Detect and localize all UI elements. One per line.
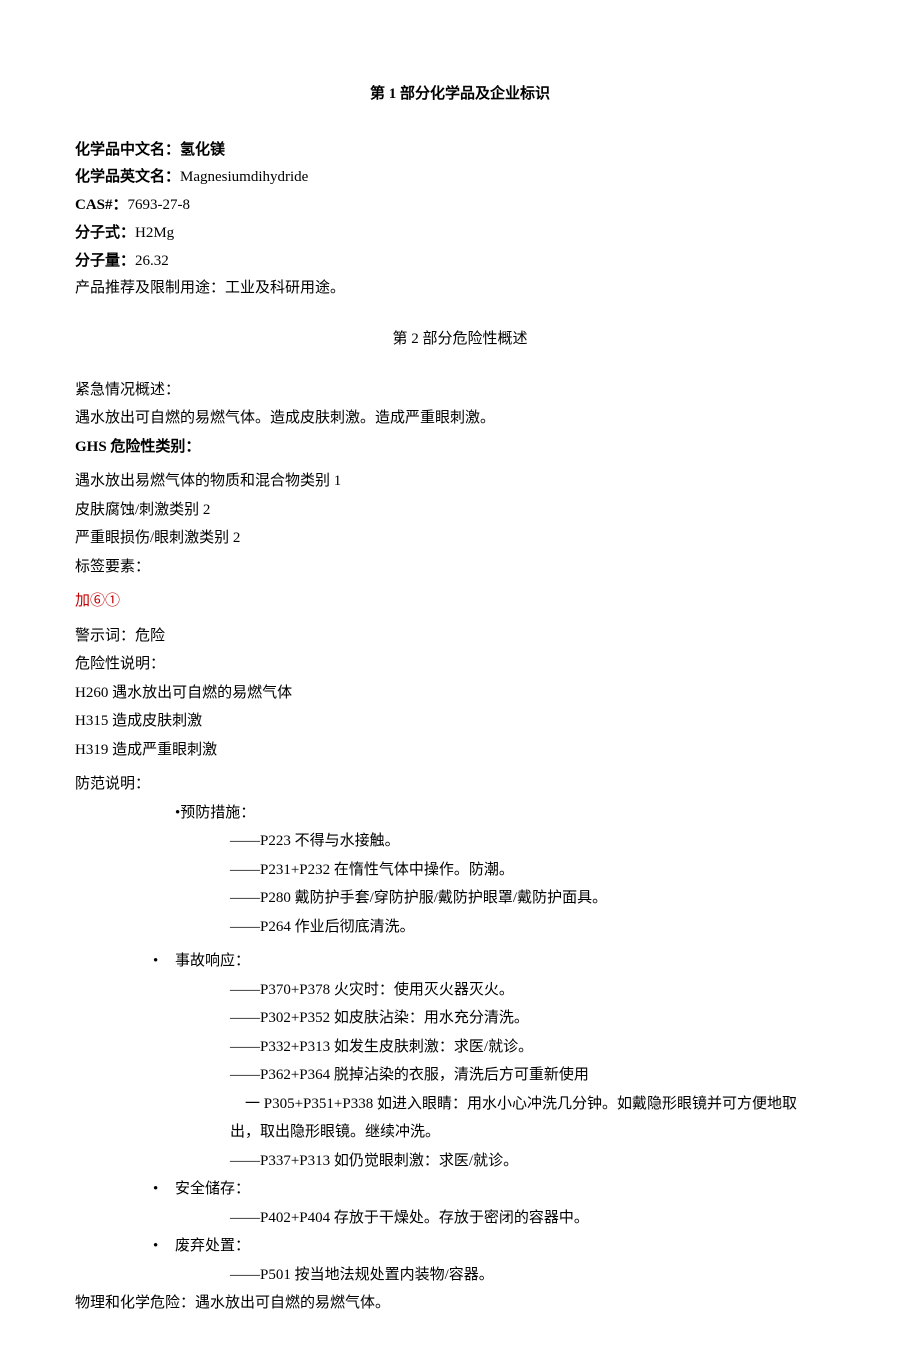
signal-word: 警示词：危险 (75, 622, 845, 651)
section-1-title: 第 1 部分化学品及企业标识 (75, 80, 845, 109)
p337-p313: ——P337+P313 如仍觉眼刺激：求医/就诊。 (230, 1147, 845, 1176)
cn-name-value: 氢化镁 (180, 142, 225, 158)
molecular-weight: 分子量：26.32 (75, 248, 845, 276)
chemical-en-name: 化学品英文名：Magnesiumdihydride (75, 164, 845, 192)
p362-p364: ——P362+P364 脱掉沾染的衣服，清洗后方可重新使用 (230, 1061, 845, 1090)
en-name-label: 化学品英文名： (75, 169, 180, 185)
chemical-cn-name: 化学品中文名：氢化镁 (75, 137, 845, 165)
storage-header: •安全储存： (153, 1175, 845, 1204)
bullet-icon: • (153, 1175, 175, 1204)
recommended-use: 产品推荐及限制用途：工业及科研用途。 (75, 275, 845, 303)
ghs-item-3: 严重眼损伤/眼刺激类别 2 (75, 524, 845, 553)
hazard-pictograms: 加⑥① (75, 587, 845, 616)
prevention-header: •预防措施： (175, 799, 845, 828)
physical-chemical-hazard: 物理和化学危险：遇水放出可自燃的易燃气体。 (75, 1289, 845, 1318)
use-label: 产品推荐及限制用途： (75, 280, 225, 296)
mw-value: 26.32 (135, 253, 169, 269)
emergency-text: 遇水放出可自燃的易燃气体。造成皮肤刺激。造成严重眼刺激。 (75, 404, 845, 433)
p223: ——P223 不得与水接触。 (230, 827, 845, 856)
p231-p232: ——P231+P232 在惰性气体中操作。防潮。 (230, 856, 845, 885)
signal-label: 警示词： (75, 628, 135, 644)
phys-chem-label: 物理和化学危险： (75, 1295, 195, 1311)
bullet-icon: • (153, 947, 175, 976)
cas-number: CAS#：7693-27-8 (75, 192, 845, 220)
label-elements: 标签要素： (75, 553, 845, 582)
p305-p351-p338-line2: 出，取出隐形眼镜。继续冲洗。 (230, 1118, 845, 1147)
p501: ——P501 按当地法规处置内装物/容器。 (230, 1261, 845, 1290)
storage-header-text: 安全储存： (175, 1181, 250, 1197)
hazard-h319: H319 造成严重眼刺激 (75, 736, 845, 765)
disposal-header: •废弃处置： (153, 1232, 845, 1261)
p280: ——P280 戴防护手套/穿防护服/戴防护眼罩/戴防护面具。 (230, 884, 845, 913)
p370-p378: ——P370+P378 火灾时：使用灭火器灭火。 (230, 976, 845, 1005)
precaution-label: 防范说明： (75, 770, 845, 799)
p402-p404: ——P402+P404 存放于干燥处。存放于密闭的容器中。 (230, 1204, 845, 1233)
phys-chem-value: 遇水放出可自燃的易燃气体。 (195, 1295, 390, 1311)
cas-value: 7693-27-8 (128, 197, 191, 213)
hazard-h260: H260 遇水放出可自燃的易燃气体 (75, 679, 845, 708)
p264: ——P264 作业后彻底清洗。 (230, 913, 845, 942)
hazard-h315: H315 造成皮肤刺激 (75, 707, 845, 736)
mw-label: 分子量： (75, 253, 135, 269)
ghs-label: GHS 危险性类别： (75, 433, 845, 462)
p305-p351-p338-line1: 一 P305+P351+P338 如进入眼睛：用水小心冲洗几分钟。如戴隐形眼镜并… (230, 1090, 845, 1119)
response-header-text: 事故响应： (175, 953, 250, 969)
hazard-statement-label: 危险性说明： (75, 650, 845, 679)
formula-label: 分子式： (75, 225, 135, 241)
bullet-icon: • (153, 1232, 175, 1261)
cn-name-label: 化学品中文名： (75, 142, 180, 158)
ghs-item-2: 皮肤腐蚀/刺激类别 2 (75, 496, 845, 525)
p302-p352: ——P302+P352 如皮肤沾染：用水充分清洗。 (230, 1004, 845, 1033)
signal-value: 危险 (135, 628, 165, 644)
cas-label: CAS#： (75, 197, 128, 213)
response-header: •事故响应： (153, 947, 845, 976)
disposal-header-text: 废弃处置： (175, 1238, 250, 1254)
use-value: 工业及科研用途。 (225, 280, 345, 296)
section-2-title: 第 2 部分危险性概述 (75, 325, 845, 354)
formula-value: H2Mg (135, 225, 174, 241)
ghs-item-1: 遇水放出易燃气体的物质和混合物类别 1 (75, 467, 845, 496)
en-name-value: Magnesiumdihydride (180, 169, 308, 185)
p332-p313: ——P332+P313 如发生皮肤刺激：求医/就诊。 (230, 1033, 845, 1062)
molecular-formula: 分子式：H2Mg (75, 220, 845, 248)
emergency-label: 紧急情况概述： (75, 376, 845, 405)
